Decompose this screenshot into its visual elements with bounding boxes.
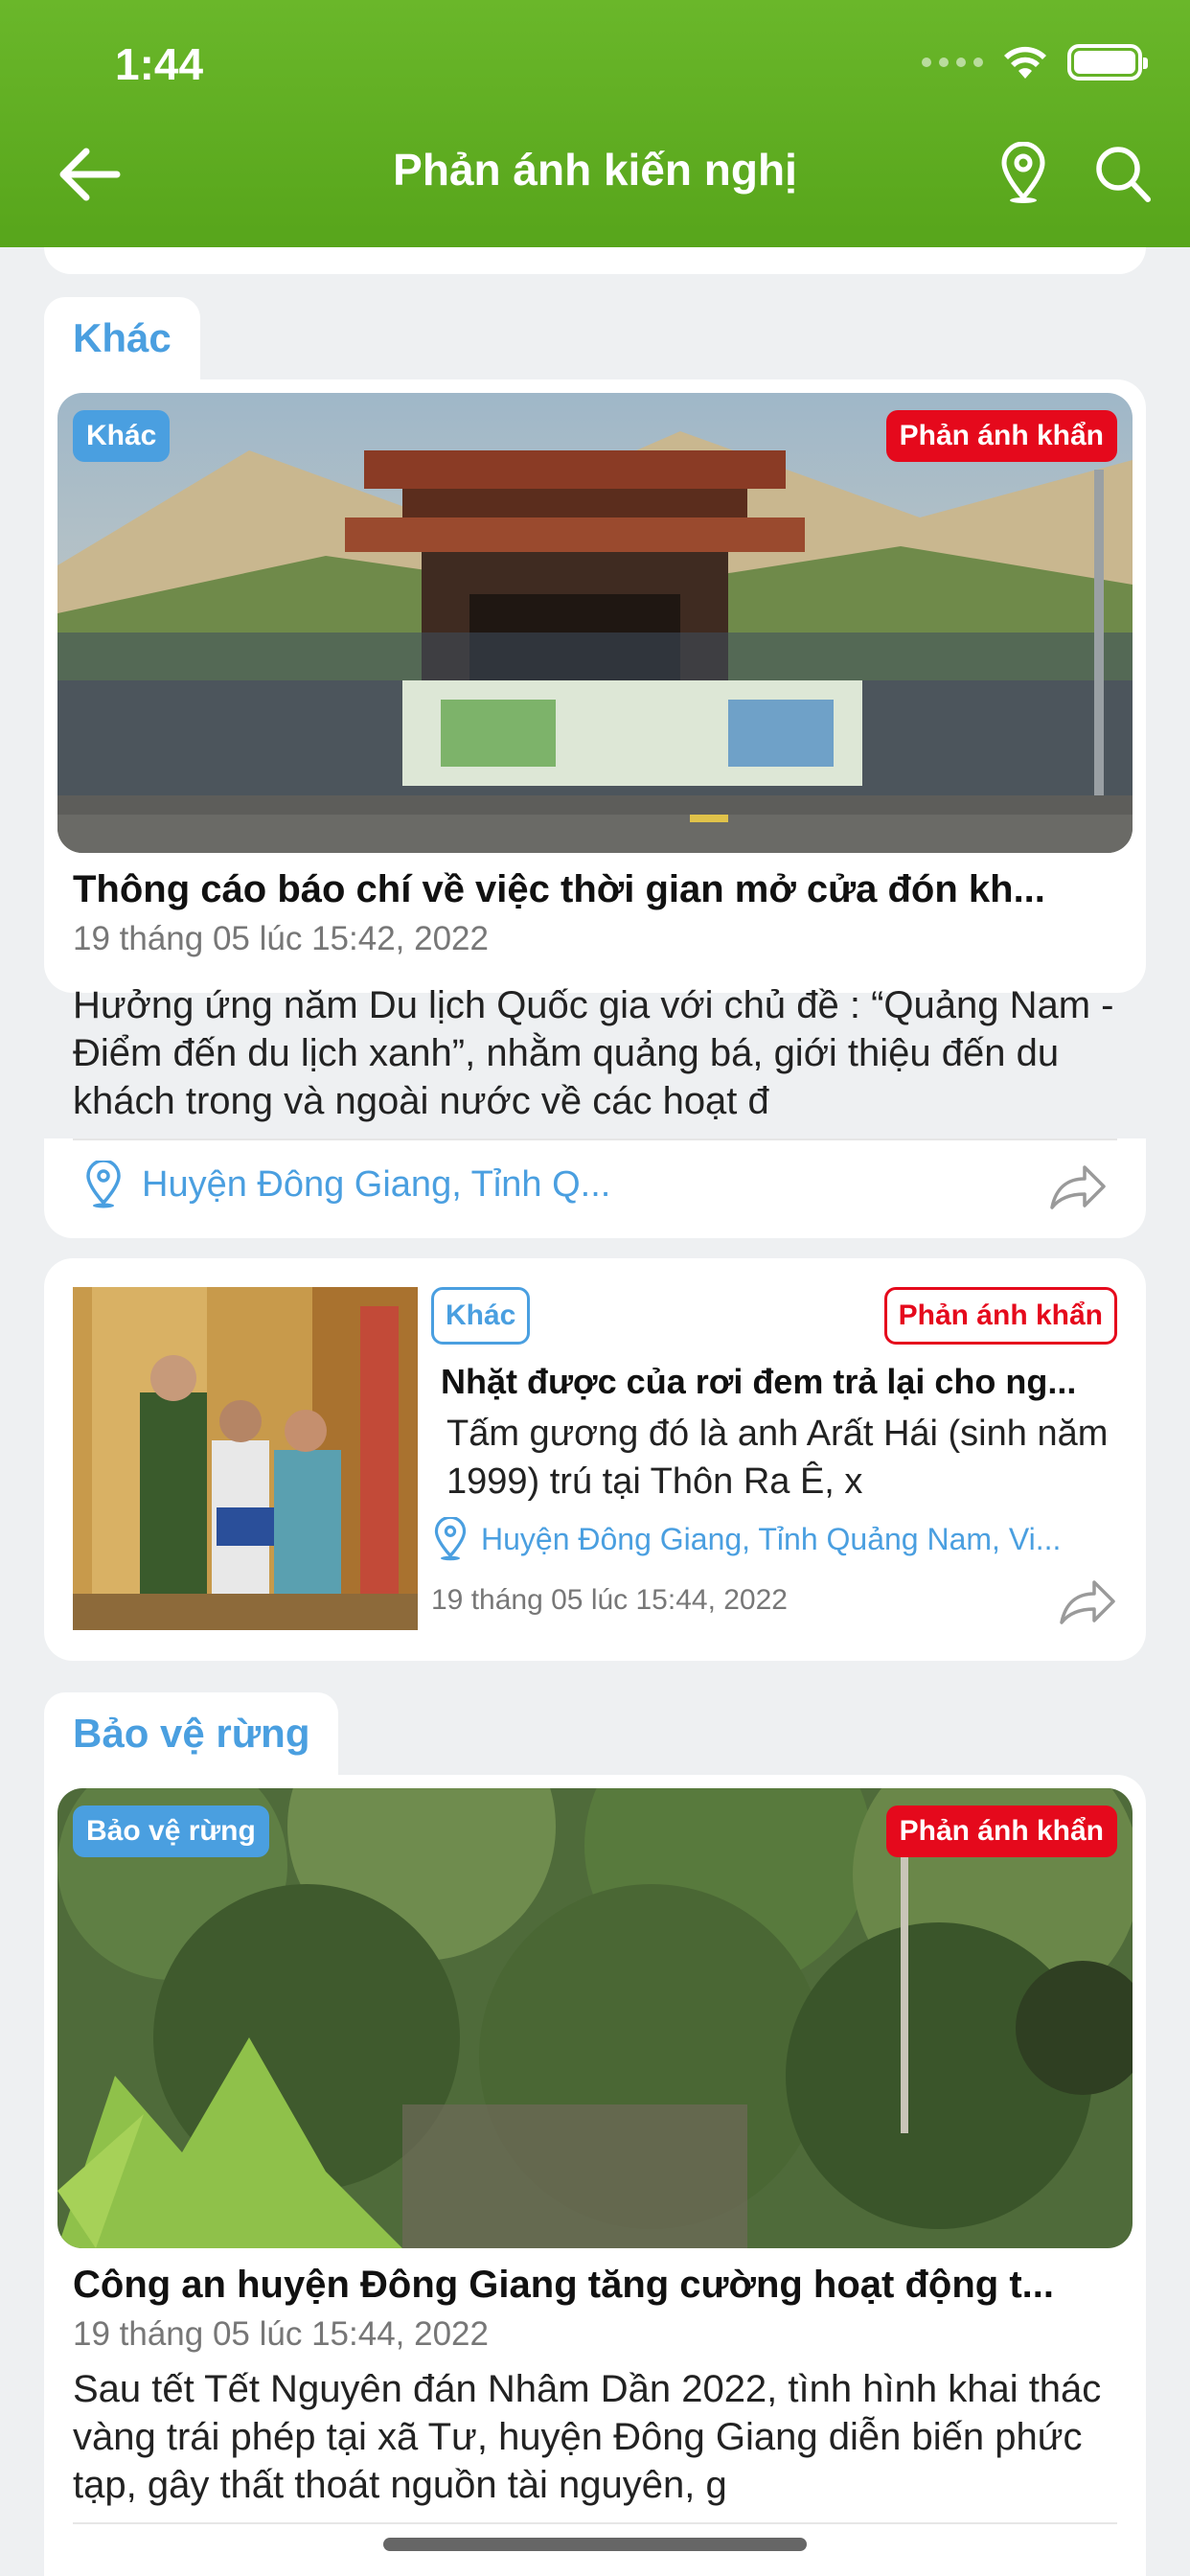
- divider: [73, 2522, 1117, 2524]
- post-excerpt: Sau tết Tết Nguyên đán Nhâm Dần 2022, tì…: [73, 2368, 1102, 2506]
- urgent-badge: Phản ánh khẩn: [885, 410, 1117, 462]
- share-icon[interactable]: [1056, 1575, 1117, 1628]
- location-row[interactable]: Huyện Đông Giang, Tỉnh Quảng Nam, Vi...: [431, 1517, 1121, 1561]
- featured-image: Khác Phản ánh khẩn: [57, 393, 1133, 853]
- previous-card-edge: [44, 247, 1146, 274]
- share-icon[interactable]: [1046, 1160, 1108, 1213]
- post-title[interactable]: Thông cáo báo chí về việc thời gian mở c…: [73, 868, 1127, 911]
- status-icons: [922, 44, 1148, 80]
- location-text: Huyện Đông Giang, Tỉnh Q...: [142, 1163, 611, 1205]
- compact-card[interactable]: Khác Phản ánh khẩn Nhặt được của rơi đem…: [44, 1258, 1146, 1661]
- signal-icon: [922, 58, 983, 67]
- post-excerpt: Tấm gương đó là anh Arất Hái (sinh năm 1…: [446, 1414, 1109, 1502]
- post-date: 19 tháng 05 lúc 15:42, 2022: [73, 920, 489, 957]
- urgent-badge: Phản ánh khẩn: [883, 1287, 1117, 1345]
- location-text: Huyện Đông Giang, Tỉnh Quảng Nam, Vi...: [481, 1521, 1062, 1556]
- category-badge: Bảo vệ rừng: [73, 1806, 269, 1857]
- app-header: 1:44 Phản ánh kiến nghị: [0, 0, 1190, 247]
- map-location-button[interactable]: [996, 142, 1050, 205]
- group-tab-khac: Khác: [44, 297, 200, 380]
- category-badge: Khác: [431, 1287, 531, 1345]
- post-excerpt: Hưởng ứng năm Du lịch Quốc gia với chủ đ…: [73, 984, 1114, 1122]
- search-button[interactable]: [1092, 142, 1154, 205]
- divider: [73, 1138, 1117, 1140]
- home-indicator: [383, 2538, 807, 2551]
- urgent-badge: Phản ánh khẩn: [885, 1806, 1117, 1857]
- post-title[interactable]: Nhặt được của rơi đem trả lại cho ng...: [441, 1362, 1117, 1402]
- feed[interactable]: Khác Khác Phản ánh khẩn Thông cáo báo ch…: [0, 247, 1190, 2576]
- battery-icon: [1067, 44, 1148, 80]
- featured-image: Bảo vệ rừng Phản ánh khẩn: [57, 1788, 1133, 2248]
- compact-thumbnail: [73, 1287, 418, 1630]
- status-time: 1:44: [115, 39, 204, 89]
- wifi-icon: [1004, 46, 1046, 79]
- post-title[interactable]: Công an huyện Đông Giang tăng cường hoạt…: [73, 2264, 1127, 2307]
- featured-card[interactable]: Khác Phản ánh khẩn Thông cáo báo chí về …: [44, 380, 1146, 993]
- location-pin-icon: [86, 1161, 121, 1208]
- post-date: 19 tháng 05 lúc 15:44, 2022: [431, 1584, 788, 1616]
- featured-card[interactable]: Bảo vệ rừng Phản ánh khẩn Công an huyện …: [44, 1775, 1146, 2576]
- category-badge: Khác: [73, 410, 171, 462]
- featured-card-footer: Huyện Đông Giang, Tỉnh Q...: [44, 1138, 1146, 1238]
- post-date: 19 tháng 05 lúc 15:44, 2022: [73, 2315, 489, 2353]
- group-tab-bao-ve-rung: Bảo vệ rừng: [44, 1692, 339, 1775]
- location-row[interactable]: Huyện Đông Giang, Tỉnh Q...: [82, 1156, 610, 1213]
- location-pin-icon: [434, 1517, 467, 1561]
